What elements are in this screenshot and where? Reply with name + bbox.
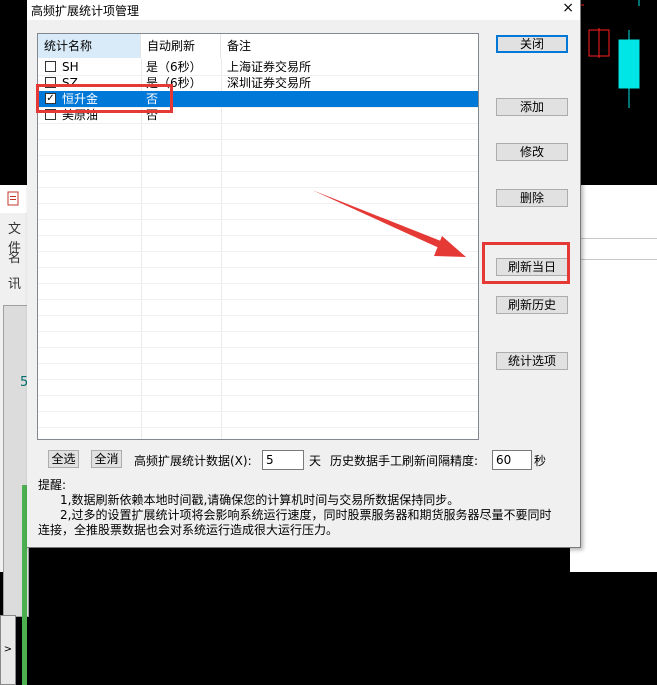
expand-tab-handle[interactable]: > bbox=[0, 615, 16, 685]
annotation-arrow bbox=[312, 190, 466, 257]
